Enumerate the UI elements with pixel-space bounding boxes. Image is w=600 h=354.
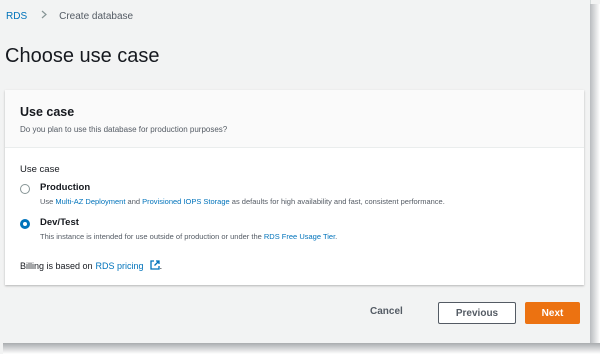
billing-prefix: Billing is based on bbox=[20, 261, 93, 271]
use-case-field-label: Use case bbox=[20, 164, 60, 175]
multi-az-deployment-link[interactable]: Multi-AZ Deployment bbox=[55, 197, 125, 206]
provisioned-iops-storage-link[interactable]: Provisioned IOPS Storage bbox=[142, 197, 230, 206]
rds-free-usage-tier-link[interactable]: RDS Free Usage Tier bbox=[264, 232, 335, 241]
rds-pricing-link[interactable]: RDS pricing bbox=[96, 261, 144, 271]
page-title: Choose use case bbox=[5, 45, 160, 67]
production-desc-prefix: Use bbox=[40, 197, 56, 206]
production-desc-mid: and bbox=[125, 197, 143, 206]
production-radio[interactable] bbox=[20, 184, 30, 194]
panel-header: Use case Do you plan to use this databas… bbox=[5, 90, 584, 148]
production-desc-suffix: as defaults for high availability and fa… bbox=[229, 197, 445, 206]
panel-title: Use case bbox=[20, 105, 75, 119]
dev-test-label: Dev/Test bbox=[40, 217, 79, 228]
previous-button[interactable]: Previous bbox=[438, 302, 516, 324]
production-label: Production bbox=[40, 182, 91, 193]
radio-option-production[interactable]: Production Use Multi-AZ Deployment and P… bbox=[20, 182, 445, 206]
panel-description: Do you plan to use this database for pro… bbox=[20, 125, 228, 134]
billing-suffix: . bbox=[159, 261, 163, 271]
console-frame: RDS Create database Choose use case Use … bbox=[0, 0, 591, 343]
chevron-right-icon bbox=[41, 10, 48, 22]
breadcrumb-current: Create database bbox=[59, 10, 134, 22]
cancel-button[interactable]: Cancel bbox=[370, 306, 403, 317]
dev-test-radio[interactable] bbox=[20, 219, 30, 229]
window-shadow-bottom bbox=[3, 343, 600, 354]
next-button[interactable]: Next bbox=[525, 302, 580, 324]
production-description: Use Multi-AZ Deployment and Provisioned … bbox=[40, 197, 445, 206]
dev-test-desc-suffix: . bbox=[335, 232, 338, 241]
billing-note: Billing is based on RDS pricing . bbox=[20, 260, 162, 272]
use-case-panel: Use case Do you plan to use this databas… bbox=[5, 90, 584, 285]
dev-test-description: This instance is intended for use outsid… bbox=[40, 232, 337, 241]
external-link-icon[interactable] bbox=[149, 260, 160, 272]
dev-test-desc-prefix: This instance is intended for use outsid… bbox=[40, 232, 264, 241]
breadcrumb-rds-link[interactable]: RDS bbox=[6, 11, 27, 22]
window-shadow-right bbox=[590, 4, 600, 354]
radio-option-dev-test[interactable]: Dev/Test This instance is intended for u… bbox=[20, 217, 337, 241]
breadcrumb: RDS Create database bbox=[6, 10, 133, 22]
